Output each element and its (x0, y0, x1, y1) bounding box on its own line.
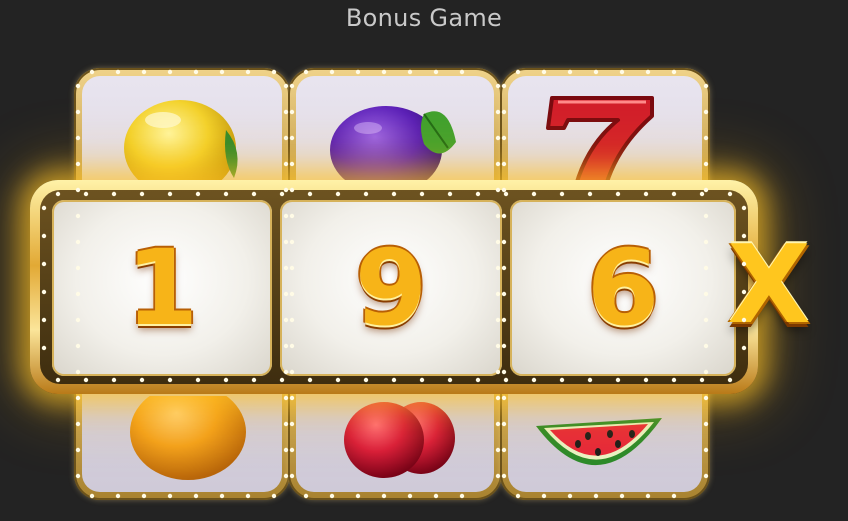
seven-icon (546, 96, 654, 185)
multiplier-digit-3: 6 (586, 227, 660, 349)
orange-icon (130, 396, 246, 480)
multiplier-cell-1: 1 (52, 200, 272, 376)
multiplier-digit-2: 9 (354, 227, 428, 349)
lemon-icon (124, 100, 238, 185)
multiplier-x-symbol: X (727, 222, 811, 348)
watermelon-icon (536, 418, 662, 466)
multiplier-digit-1: 1 (125, 227, 199, 349)
game-title: Bonus Game (345, 4, 503, 32)
plum-icon (330, 106, 456, 187)
cherry-icon (344, 402, 455, 478)
multiplier-cell-2: 9 (280, 200, 502, 376)
multiplier-cell-3: 6 (510, 200, 736, 376)
